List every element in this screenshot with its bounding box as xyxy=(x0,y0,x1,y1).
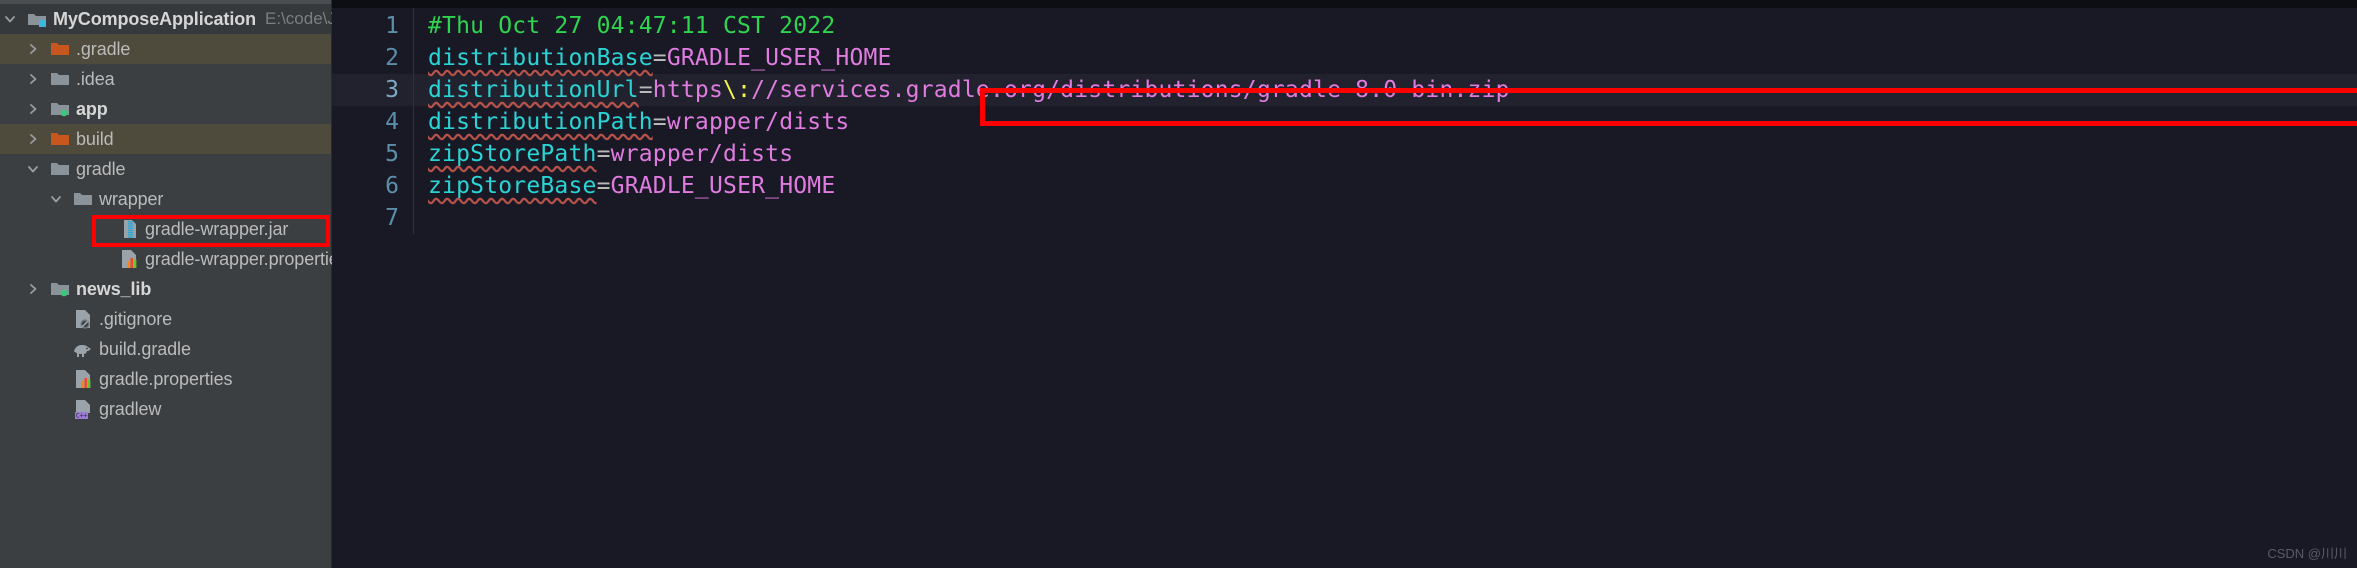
tree-indent-placeholder xyxy=(46,334,66,364)
code-content[interactable]: #Thu Oct 27 04:47:11 CST 2022 distributio… xyxy=(414,8,2357,234)
token-eq: = xyxy=(652,109,667,135)
tree-item-gitignore[interactable]: .gitignore xyxy=(0,304,331,334)
token-val: https xyxy=(652,77,724,103)
cpp-file-icon: C++ xyxy=(72,398,94,420)
tree-item-label: gradle-wrapper.jar xyxy=(145,218,289,239)
chevron-down-icon[interactable] xyxy=(23,154,43,184)
ide-window: MyComposeApplication E:\code\Je .gradle.… xyxy=(0,0,2357,568)
token-key: distributionPath xyxy=(428,109,653,135)
token-eq: = xyxy=(638,77,653,103)
line-number: 4 xyxy=(385,109,399,135)
token-val: wrapper/dists xyxy=(610,141,794,167)
line-number: 3 xyxy=(332,74,413,106)
tree-item-wrapper[interactable]: wrapper xyxy=(0,184,331,214)
tree-indent-placeholder xyxy=(92,244,112,274)
tree-item-build[interactable]: build xyxy=(0,124,331,154)
tree-item-gradle-wrapper-jar[interactable]: gradle-wrapper.jar xyxy=(0,214,331,244)
token-eq: = xyxy=(596,173,611,199)
chevron-right-icon[interactable] xyxy=(23,94,43,124)
token-eq: = xyxy=(652,45,667,71)
code-editor: 1 2 3 4 5 6 7 #Thu Oct 27 04:47:11 CST 2022 dis… xyxy=(332,0,2357,568)
line-number: 1 xyxy=(385,13,399,39)
module-folder-icon xyxy=(26,8,48,30)
folder-gray-icon xyxy=(49,158,71,180)
folder-orange-icon xyxy=(49,128,71,150)
tree-item-gradle[interactable]: .gradle xyxy=(0,34,331,64)
properties-file-icon xyxy=(118,248,140,270)
tree-item-app[interactable]: app xyxy=(0,94,331,124)
tree-item-label: gradle xyxy=(76,158,126,179)
tree-item-label: gradle.properties xyxy=(99,368,233,389)
chevron-right-icon[interactable] xyxy=(23,64,43,94)
tree-item-label: app xyxy=(76,98,108,119)
watermark: CSDN @川川 xyxy=(2267,546,2347,561)
tree-item-label: build xyxy=(76,128,114,149)
tree-item-gradlew[interactable]: C++ gradlew xyxy=(0,394,331,424)
token-key: distributionBase xyxy=(428,45,653,71)
code-line[interactable]: distributionBase=GRADLE_USER_HOME xyxy=(414,42,2357,74)
project-root-row[interactable]: MyComposeApplication E:\code\Je xyxy=(0,4,345,34)
code-line[interactable]: distributionUrl=https\://services.gradle… xyxy=(414,74,2357,106)
token-key: distributionUrl xyxy=(428,77,639,103)
tree-indent-placeholder xyxy=(46,304,66,334)
tree-item-label: build.gradle xyxy=(99,338,191,359)
token-val: wrapper/dists xyxy=(666,109,850,135)
token-key: zipStoreBase xyxy=(428,173,597,199)
line-number: 7 xyxy=(385,205,399,231)
chevron-right-icon[interactable] xyxy=(23,34,43,64)
token-val: //services.gradle.org/distributions/grad… xyxy=(751,77,1510,103)
tree-item-label: gradlew xyxy=(99,398,162,419)
folder-gray-icon xyxy=(49,68,71,90)
code-line[interactable]: distributionPath=wrapper/dists xyxy=(414,106,2357,138)
line-number: 2 xyxy=(385,45,399,71)
tree-item-list: .gradle .idea app build gradle wrapper gradle-… xyxy=(0,34,348,424)
chevron-down-icon[interactable] xyxy=(0,4,20,34)
gradle-file-icon xyxy=(72,338,94,360)
token-val: GRADLE_USER_HOME xyxy=(666,45,892,71)
module-folder-icon xyxy=(49,278,71,300)
project-name: MyComposeApplication xyxy=(53,8,257,29)
token-esc: \: xyxy=(723,77,752,103)
tree-item-label: wrapper xyxy=(99,188,164,209)
chevron-down-icon[interactable] xyxy=(46,184,66,214)
tree-item-gradle-properties[interactable]: gradle.properties xyxy=(0,364,331,394)
tree-item-gradle-wrapper-properties[interactable]: gradle-wrapper.properties xyxy=(0,244,348,274)
svg-text:C++: C++ xyxy=(76,412,88,420)
tree-indent-placeholder xyxy=(46,364,66,394)
editor-body: 1 2 3 4 5 6 7 #Thu Oct 27 04:47:11 CST 2022 dis… xyxy=(332,8,2357,234)
tree-item-idea[interactable]: .idea xyxy=(0,64,331,94)
code-line[interactable]: zipStoreBase=GRADLE_USER_HOME xyxy=(414,170,2357,202)
token-key: zipStorePath xyxy=(428,141,597,167)
project-tree-panel: MyComposeApplication E:\code\Je .gradle.… xyxy=(0,0,348,568)
gitignore-file-icon xyxy=(72,308,94,330)
line-number: 5 xyxy=(385,141,399,167)
properties-file-icon xyxy=(72,368,94,390)
code-line[interactable] xyxy=(414,202,2357,234)
tree-item-label: .gradle xyxy=(76,38,131,59)
token-eq: = xyxy=(596,141,611,167)
tree-item-label: gradle-wrapper.properties xyxy=(145,248,348,269)
token-val: GRADLE_USER_HOME xyxy=(610,173,836,199)
tree-item-label: .gitignore xyxy=(99,308,173,329)
tree-item-label: .idea xyxy=(76,68,115,89)
tree-indent-placeholder xyxy=(46,394,66,424)
folder-orange-icon xyxy=(49,38,71,60)
tree-indent-placeholder xyxy=(92,214,112,244)
token-comment: #Thu Oct 27 04:47:11 CST 2022 xyxy=(428,13,836,39)
tree-item-news-lib[interactable]: news_lib xyxy=(0,274,331,304)
folder-gray-icon xyxy=(72,188,94,210)
module-folder-icon xyxy=(49,98,71,120)
line-number-gutter: 1 2 3 4 5 6 7 xyxy=(332,8,414,234)
tree-item-build-gradle[interactable]: build.gradle xyxy=(0,334,331,364)
tree-item-gradle[interactable]: gradle xyxy=(0,154,331,184)
editor-top-strip-bg xyxy=(332,0,2357,8)
chevron-right-icon[interactable] xyxy=(23,124,43,154)
line-number: 6 xyxy=(385,173,399,199)
chevron-right-icon[interactable] xyxy=(23,274,43,304)
code-line[interactable]: #Thu Oct 27 04:47:11 CST 2022 xyxy=(414,10,2357,42)
jar-file-icon xyxy=(118,218,140,240)
code-line[interactable]: zipStorePath=wrapper/dists xyxy=(414,138,2357,170)
tree-item-label: news_lib xyxy=(76,278,152,299)
